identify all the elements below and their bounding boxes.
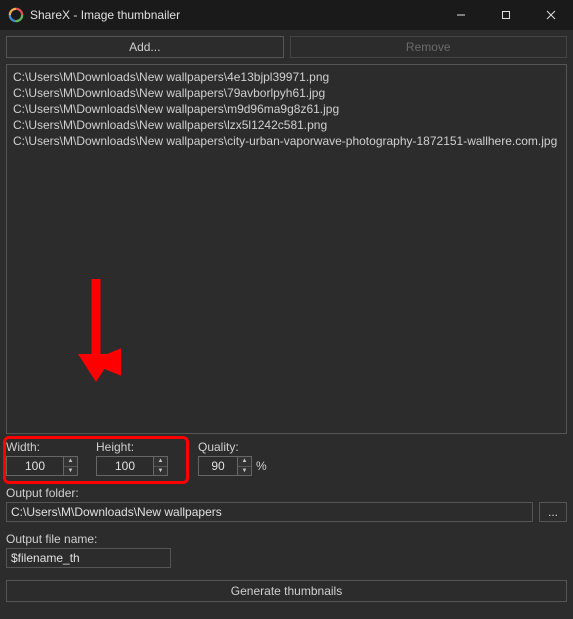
generate-button[interactable]: Generate thumbnails (6, 580, 567, 602)
list-item[interactable]: C:\Users\M\Downloads\New wallpapers\lzx5… (13, 117, 560, 133)
quality-label: Quality: (198, 440, 267, 454)
output-filename-label: Output file name: (6, 532, 567, 546)
maximize-button[interactable] (483, 0, 528, 30)
height-input[interactable] (96, 456, 154, 476)
height-up-button[interactable]: ▲ (154, 457, 167, 467)
width-up-button[interactable]: ▲ (64, 457, 77, 467)
output-folder-label: Output folder: (6, 486, 567, 500)
list-item[interactable]: C:\Users\M\Downloads\New wallpapers\m9d9… (13, 101, 560, 117)
percent-label: % (256, 459, 267, 473)
output-filename-input[interactable] (6, 548, 171, 568)
list-item[interactable]: C:\Users\M\Downloads\New wallpapers\79av… (13, 85, 560, 101)
quality-down-button[interactable]: ▼ (238, 467, 251, 476)
width-spinner[interactable]: ▲ ▼ (6, 456, 78, 476)
file-list[interactable]: C:\Users\M\Downloads\New wallpapers\4e13… (6, 64, 567, 434)
window-controls (438, 0, 573, 30)
quality-spinner[interactable]: ▲ ▼ (198, 456, 252, 476)
sharex-icon (8, 7, 24, 23)
width-label: Width: (6, 440, 78, 454)
window-title: ShareX - Image thumbnailer (30, 8, 438, 22)
list-item[interactable]: C:\Users\M\Downloads\New wallpapers\city… (13, 133, 560, 149)
list-item[interactable]: C:\Users\M\Downloads\New wallpapers\4e13… (13, 69, 560, 85)
height-label: Height: (96, 440, 168, 454)
output-folder-input[interactable] (6, 502, 533, 522)
width-input[interactable] (6, 456, 64, 476)
width-down-button[interactable]: ▼ (64, 467, 77, 476)
height-spinner[interactable]: ▲ ▼ (96, 456, 168, 476)
quality-up-button[interactable]: ▲ (238, 457, 251, 467)
titlebar: ShareX - Image thumbnailer (0, 0, 573, 30)
remove-button[interactable]: Remove (290, 36, 568, 58)
height-down-button[interactable]: ▼ (154, 467, 167, 476)
close-button[interactable] (528, 0, 573, 30)
quality-input[interactable] (198, 456, 238, 476)
minimize-button[interactable] (438, 0, 483, 30)
add-button[interactable]: Add... (6, 36, 284, 58)
browse-button[interactable]: ... (539, 502, 567, 522)
